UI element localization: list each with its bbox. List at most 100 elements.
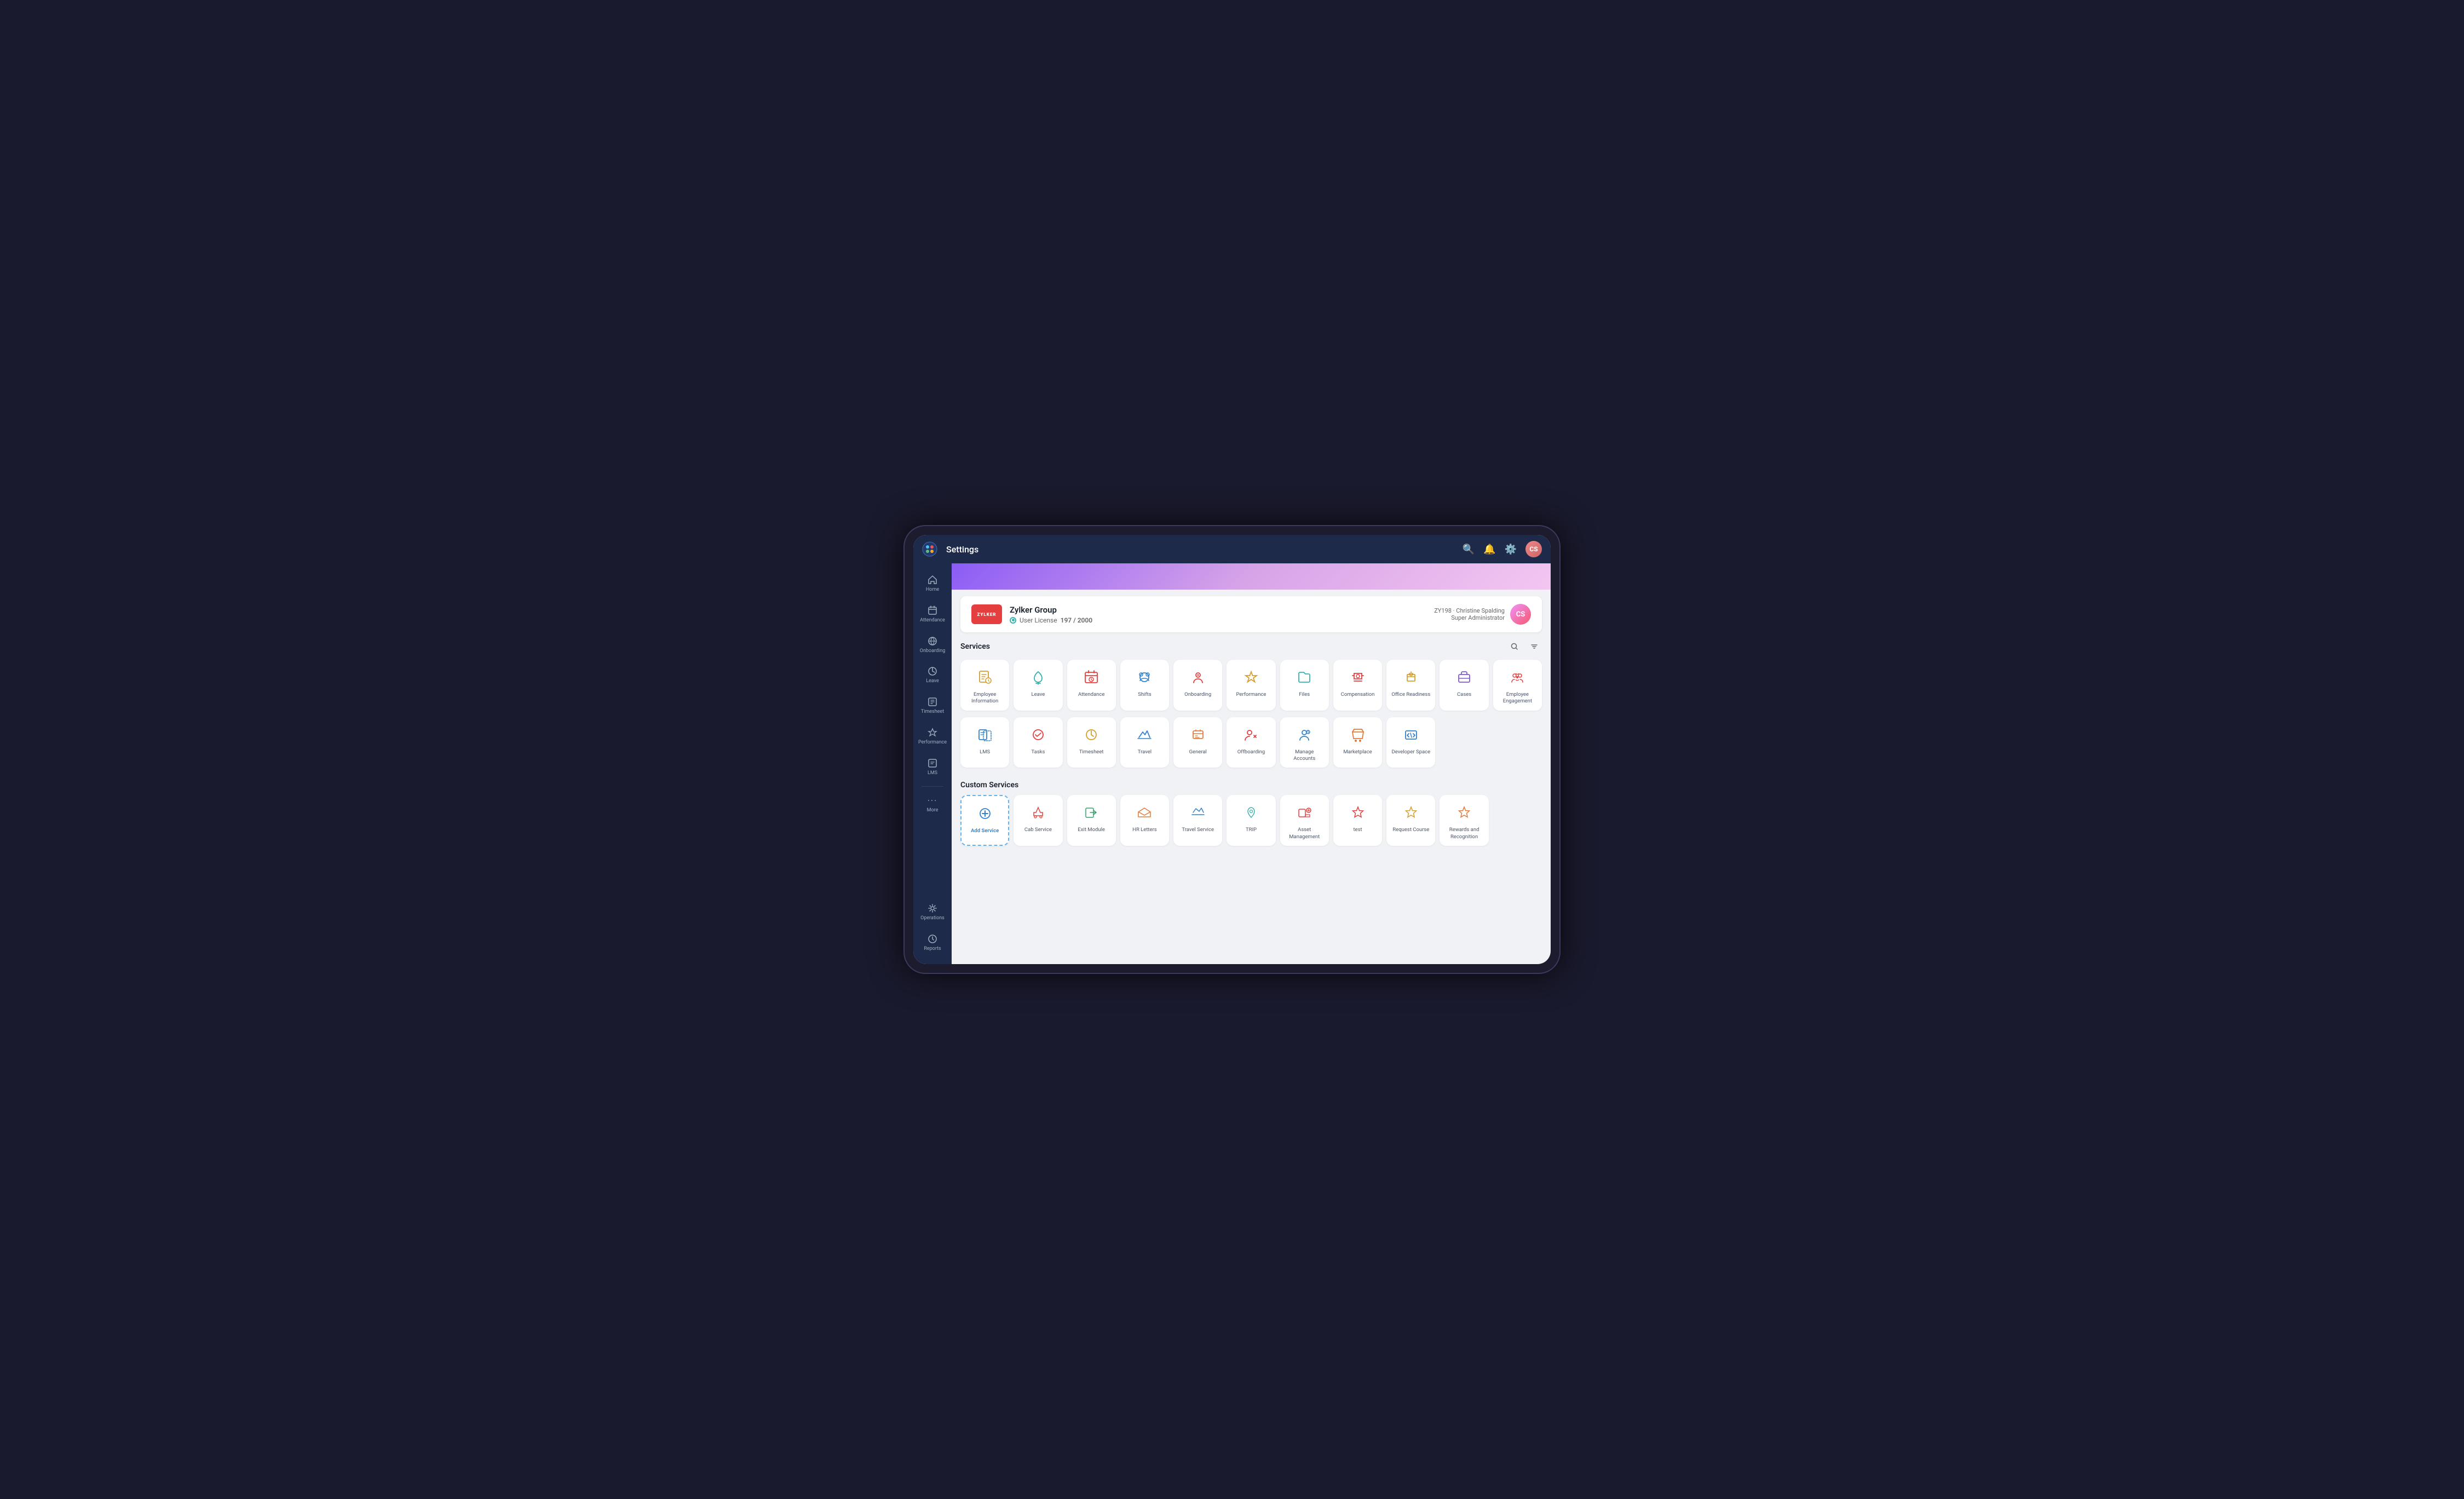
sidebar-item-lms[interactable]: LMS [916,752,949,782]
custom-service-card-asset[interactable]: AssetManagement [1280,795,1329,846]
employee-information-icon [975,667,995,687]
service-label-offboarding: Offboarding [1237,749,1265,756]
request-course-icon [1401,803,1421,822]
service-card-lms[interactable]: LMS [960,717,1009,768]
custom-service-label-cab: Cab Service [1024,827,1052,833]
more-icon: ··· [928,795,938,806]
exit-module-icon [1081,803,1101,822]
custom-service-label-trip: TRIP [1246,827,1257,833]
sidebar-item-reports[interactable]: Reports [916,928,949,958]
top-bar: Settings 🔍 🔔 ⚙️ CS [913,535,1551,563]
asset-management-icon [1294,803,1314,822]
service-card-attendance[interactable]: Attendance [1067,660,1116,711]
custom-services-section: Custom Services Add Service [952,781,1551,859]
service-card-travel[interactable]: Travel [1120,717,1169,768]
tasks-icon [1028,725,1048,745]
user-role: Super Administrator [1434,614,1505,621]
custom-services-title: Custom Services [960,781,1018,789]
custom-service-card-rewards[interactable]: Rewards andRecognition [1440,795,1488,846]
sidebar-item-leave[interactable]: Leave [916,660,949,690]
service-label-cases: Cases [1457,691,1471,698]
settings-icon[interactable]: ⚙️ [1505,544,1517,555]
performance-service-icon [1241,667,1261,687]
custom-service-card-travel[interactable]: Travel Service [1173,795,1222,846]
general-icon [1188,725,1208,745]
custom-service-label-request-course: Request Course [1392,827,1429,833]
sidebar-item-performance[interactable]: Performance [916,722,949,751]
employee-engagement-icon [1507,667,1527,687]
add-service-icon [975,804,995,823]
travel-service-icon [1188,803,1208,822]
hr-letters-icon [1135,803,1154,822]
service-card-files[interactable]: Files [1280,660,1329,711]
service-card-employee-information[interactable]: EmployeeInformation [960,660,1009,711]
timesheet-icon [927,696,938,707]
service-card-general[interactable]: General [1173,717,1222,768]
sidebar-item-timesheet[interactable]: Timesheet [916,691,949,720]
test-icon [1348,803,1368,822]
top-bar-actions: 🔍 🔔 ⚙️ CS [1463,541,1542,557]
service-card-timesheet[interactable]: Timesheet [1067,717,1116,768]
service-card-compensation[interactable]: Compensation [1333,660,1382,711]
custom-service-card-trip[interactable]: TRIP [1227,795,1275,846]
service-card-offboarding[interactable]: Offboarding [1227,717,1275,768]
license-label: User License [1020,616,1057,624]
compensation-icon [1348,667,1368,687]
onboarding-service-icon [1188,667,1208,687]
company-info: Zylker Group User License 197 / 2000 [1010,605,1434,624]
user-avatar-top[interactable]: CS [1525,541,1542,557]
service-label-general: General [1189,749,1207,756]
leave-icon [927,666,938,677]
service-card-developer-space[interactable]: Developer Space [1386,717,1435,768]
service-card-cases[interactable]: Cases [1440,660,1488,711]
service-card-office-readiness[interactable]: Office Readiness [1386,660,1435,711]
service-card-manage-accounts[interactable]: Manage Accounts [1280,717,1329,768]
header-banner [952,563,1551,590]
sidebar-item-operations[interactable]: Operations [916,897,949,927]
custom-service-card-request-course[interactable]: Request Course [1386,795,1435,846]
service-card-tasks[interactable]: Tasks [1014,717,1062,768]
sidebar-item-home[interactable]: Home [916,569,949,598]
company-logo: ZYLKER [971,604,1002,624]
service-label-onboarding: Onboarding [1184,691,1211,698]
service-card-leave[interactable]: Leave [1014,660,1062,711]
services-header: Services [960,639,1542,654]
search-services-button[interactable] [1507,639,1522,654]
service-label-developer-space: Developer Space [1392,749,1431,756]
leave-service-icon [1028,667,1048,687]
custom-service-card-cab[interactable]: Cab Service [1014,795,1062,846]
service-label-employee-engagement: EmployeeEngagement [1503,691,1532,705]
filter-services-button[interactable] [1527,639,1542,654]
service-card-shifts[interactable]: Shifts [1120,660,1169,711]
developer-space-icon [1401,725,1421,745]
service-label-leave: Leave [1031,691,1045,698]
add-service-card[interactable]: Add Service [960,795,1009,846]
sidebar-item-more[interactable]: ··· More [916,790,949,819]
search-icon[interactable]: 🔍 [1463,544,1475,555]
cab-service-icon [1028,803,1048,822]
company-card: ZYLKER Zylker Group User License 197 / 2… [960,596,1542,632]
sidebar-label-reports: Reports [924,946,941,952]
custom-services-header: Custom Services [960,781,1542,789]
sidebar-item-onboarding[interactable]: Onboarding [916,630,949,660]
service-card-marketplace[interactable]: Marketplace [1333,717,1382,768]
tablet-screen: Settings 🔍 🔔 ⚙️ CS Home [913,535,1551,964]
custom-service-card-exit[interactable]: Exit Module [1067,795,1116,846]
notification-icon[interactable]: 🔔 [1483,544,1495,555]
sidebar-label-operations: Operations [920,915,945,921]
services-title: Services [960,642,990,651]
service-label-travel: Travel [1138,749,1152,756]
sidebar-item-attendance[interactable]: Attendance [916,599,949,629]
service-card-employee-engagement[interactable]: EmployeeEngagement [1493,660,1542,711]
custom-service-card-hr-letters[interactable]: HR Letters [1120,795,1169,846]
sidebar-divider [922,786,943,787]
user-id: ZY198 · Christine Spalding [1434,607,1505,614]
custom-service-label-asset: AssetManagement [1289,827,1320,840]
service-card-onboarding[interactable]: Onboarding [1173,660,1222,711]
services-actions [1507,639,1542,654]
custom-service-card-test[interactable]: test [1333,795,1382,846]
add-service-label: Add Service [971,828,999,834]
service-label-tasks: Tasks [1031,749,1045,756]
sidebar-label-timesheet: Timesheet [921,709,944,715]
service-card-performance[interactable]: Performance [1227,660,1275,711]
